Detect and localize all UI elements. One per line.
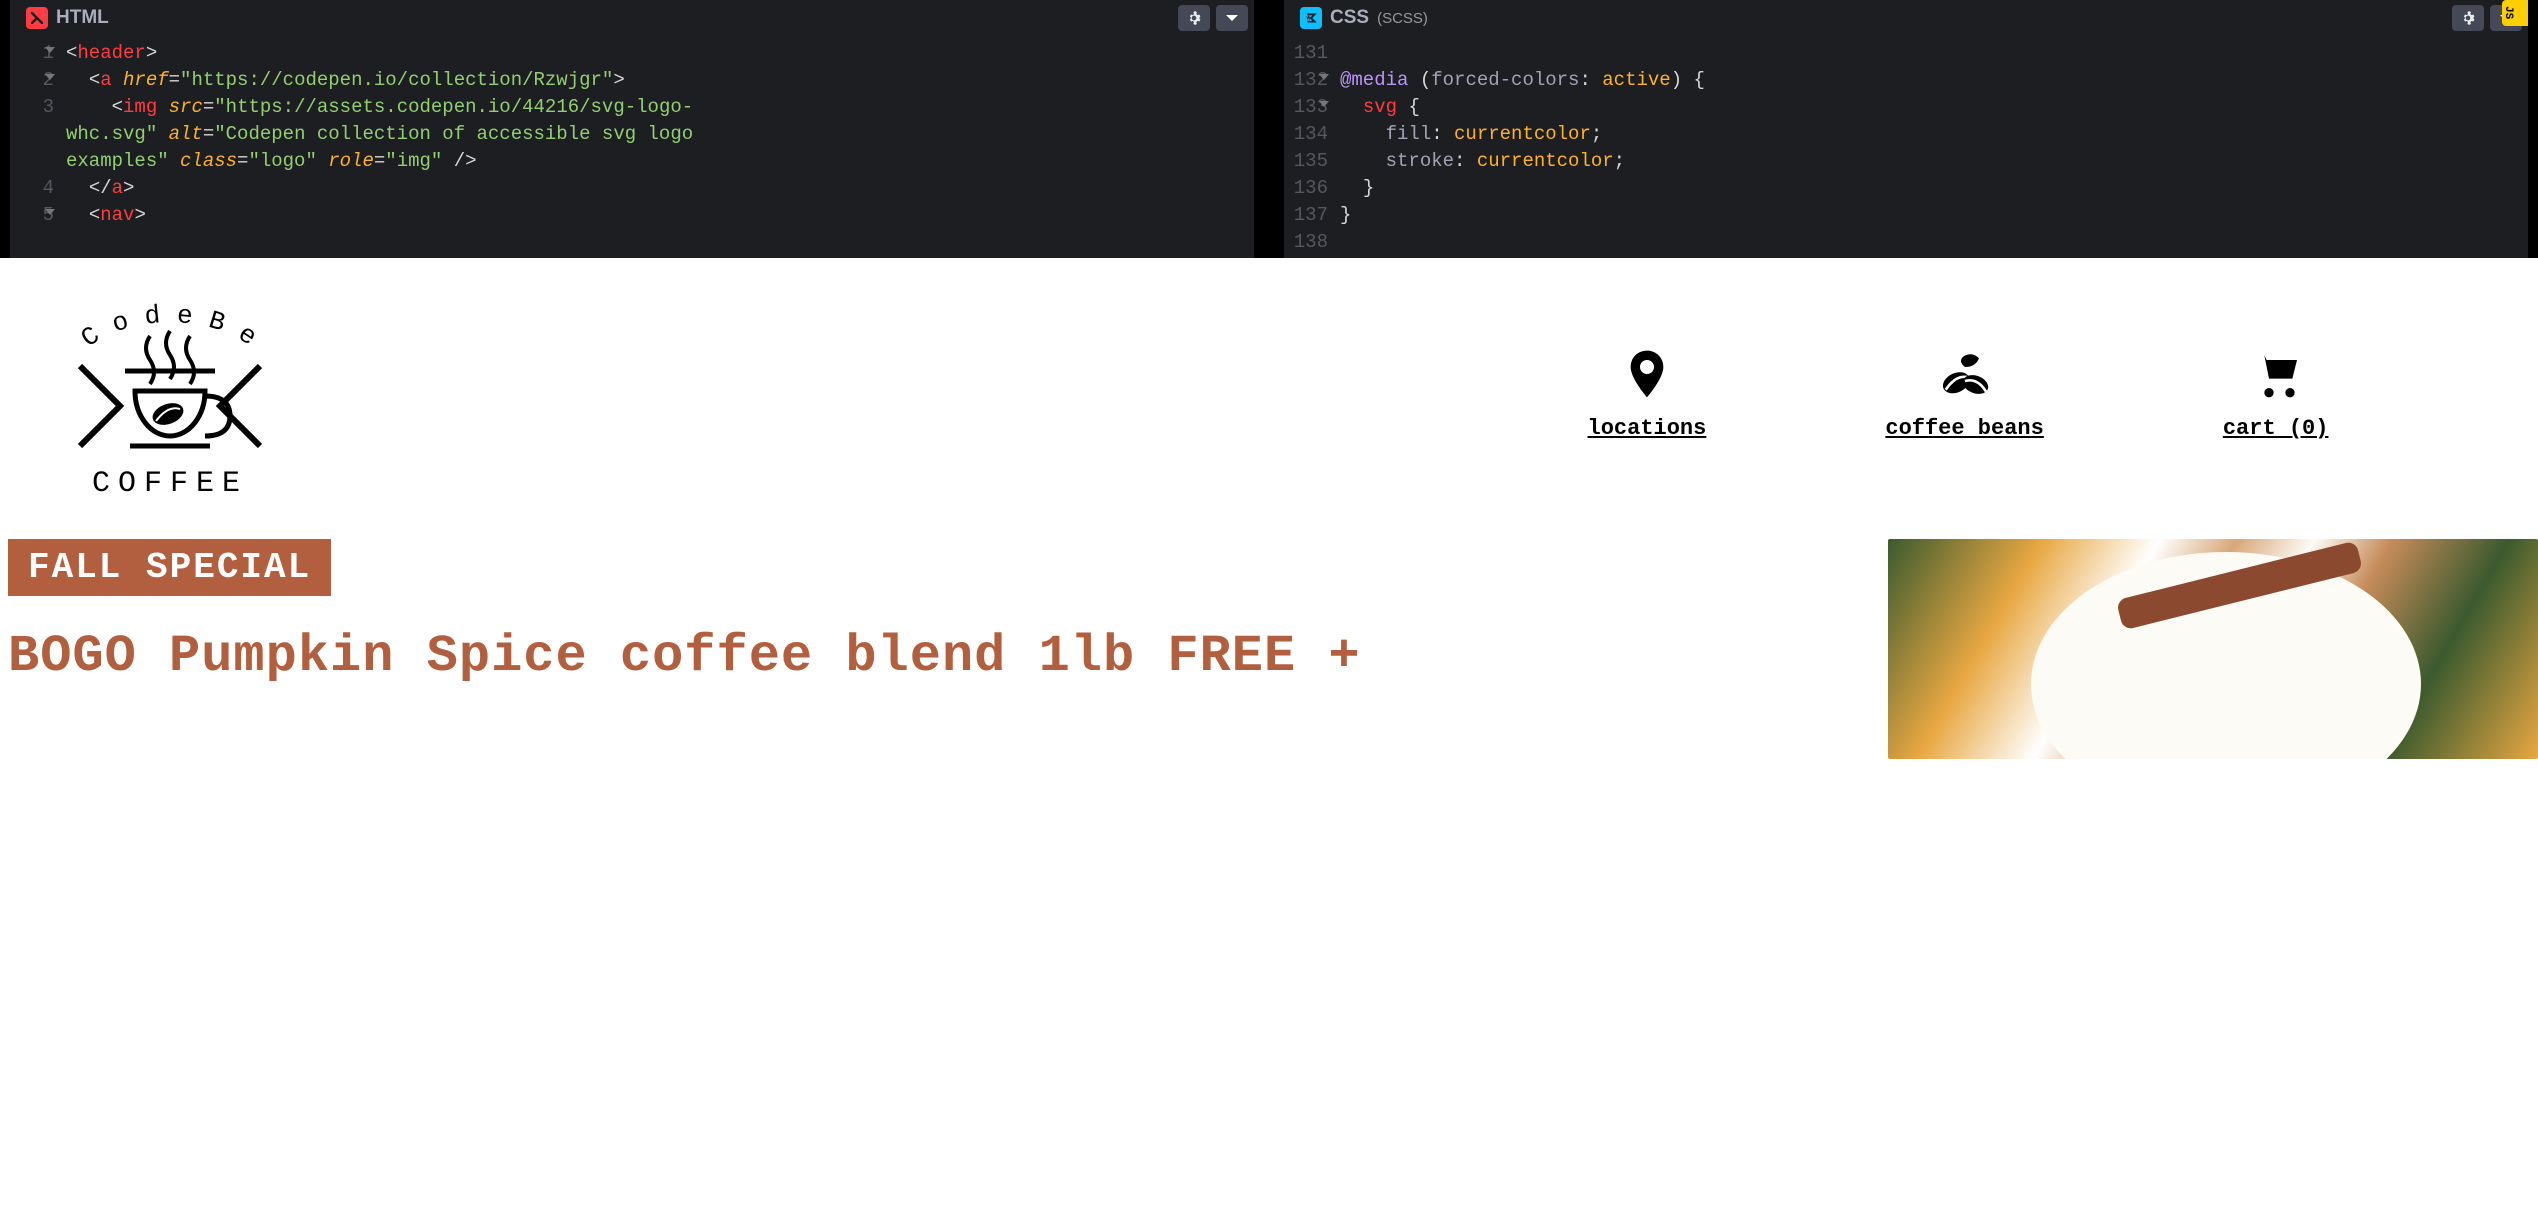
css-code[interactable]: @media (forced-colors: active) { svg { f… xyxy=(1340,40,2528,256)
css-tab-label: CSS xyxy=(1330,7,1369,29)
svg-text:C o d e B e a n: C o d e B e a n xyxy=(50,276,277,362)
html-collapse-button[interactable] xyxy=(1216,5,1248,31)
site-header: C o d e B e a n COFFEE locations xyxy=(0,258,2538,521)
logo-text: COFFEE xyxy=(92,467,248,501)
cart-icon xyxy=(2248,346,2304,402)
promo-section: FALL SPECIAL BOGO Pumpkin Spice coffee b… xyxy=(0,539,2538,759)
chevron-down-icon xyxy=(1225,13,1239,23)
css-subtype: (SCSS) xyxy=(1377,10,1428,27)
gear-icon xyxy=(2461,11,2475,25)
html-code[interactable]: <header> <a href="https://codepen.io/col… xyxy=(66,40,1254,229)
css-code-area[interactable]: 131 132 133 134 135 136 137 138 @media (… xyxy=(1284,36,2528,256)
gear-icon xyxy=(1187,11,1201,25)
preview-frame: C o d e B e a n COFFEE locations xyxy=(0,258,2538,1228)
code-bean-logo-icon: C o d e B e a n COFFEE xyxy=(50,276,290,506)
logo-link[interactable]: C o d e B e a n COFFEE xyxy=(40,276,300,511)
js-badge[interactable]: JS xyxy=(2502,0,2528,26)
nav-label: coffee beans xyxy=(1885,416,2043,441)
nav-coffee-beans[interactable]: coffee beans xyxy=(1885,346,2043,441)
nav-label: cart (0) xyxy=(2223,416,2329,441)
gutter: 1 2 3 4 5 xyxy=(10,40,66,229)
coffee-beans-icon xyxy=(1937,346,1993,402)
location-pin-icon xyxy=(1619,346,1675,402)
editor-header: HTML xyxy=(10,0,1254,36)
nav-locations[interactable]: locations xyxy=(1588,346,1707,441)
nav-cart[interactable]: cart (0) xyxy=(2223,346,2329,441)
css-settings-button[interactable] xyxy=(2452,5,2484,31)
promo-image xyxy=(1888,539,2538,759)
html-lang-icon xyxy=(26,7,48,29)
main-nav: locations coffee beans cart (0) xyxy=(1498,346,2498,441)
css-editor-pane: JS * CSS (SCSS) 131 132 xyxy=(1284,0,2528,258)
html-settings-button[interactable] xyxy=(1178,5,1210,31)
css-tab[interactable]: * CSS (SCSS) xyxy=(1284,1,1444,35)
nav-label: locations xyxy=(1588,416,1707,441)
editor-panes: HTML 1 2 3 4 5 <header> <a href xyxy=(0,0,2538,258)
html-editor-pane: HTML 1 2 3 4 5 <header> <a href xyxy=(10,0,1254,258)
editor-header: * CSS (SCSS) xyxy=(1284,0,2528,36)
promo-heading: BOGO Pumpkin Spice coffee blend 1lb FREE… xyxy=(8,624,1858,689)
promo-badge: FALL SPECIAL xyxy=(8,539,331,596)
css-lang-icon: * xyxy=(1300,7,1322,29)
html-tab[interactable]: HTML xyxy=(10,1,125,35)
html-tab-label: HTML xyxy=(56,7,109,29)
gutter: 131 132 133 134 135 136 137 138 xyxy=(1284,40,1340,256)
html-code-area[interactable]: 1 2 3 4 5 <header> <a href="https://code… xyxy=(10,36,1254,229)
